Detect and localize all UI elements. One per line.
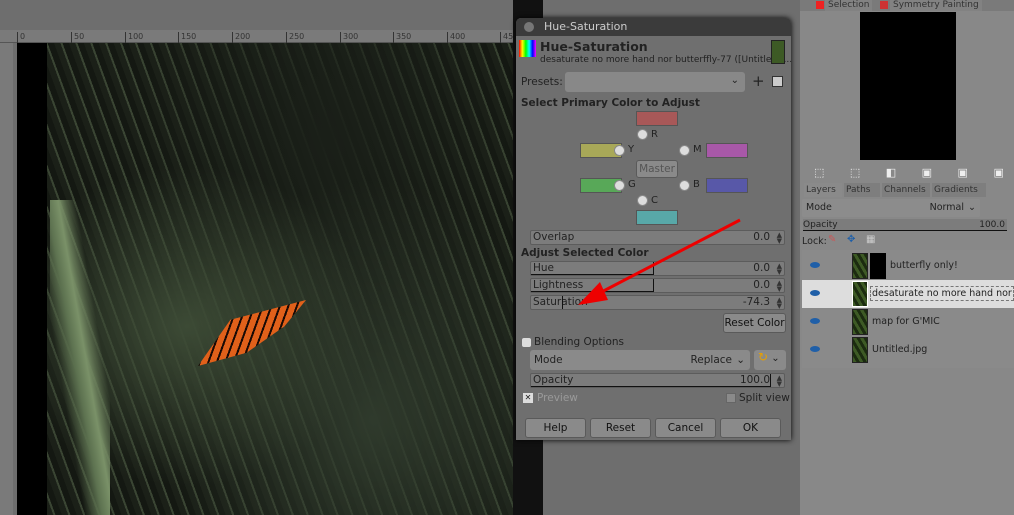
radio-label: B [693,179,700,190]
spin-icon[interactable]: ▲ ▼ [777,232,782,245]
spin-icon[interactable]: ▲ ▼ [777,263,782,276]
ruler-tick: 350 [393,32,411,43]
close-icon[interactable] [524,22,534,32]
opacity-slider[interactable]: Opacity 100.0 ▲ ▼ [530,373,785,388]
canvas-padding [17,43,47,515]
layer-thumbnail [852,337,868,363]
preview-label: Preview [537,392,578,404]
radio-yellow[interactable] [614,145,625,156]
spin-icon[interactable]: ▲ ▼ [777,297,782,310]
radio-label: Y [628,144,635,155]
spin-icon[interactable]: ▲ ▼ [777,375,782,388]
cancel-button[interactable]: Cancel [655,418,716,438]
ruler-tick: 200 [232,32,250,43]
split-view-label: Split view [739,392,790,404]
symmetry-tab-icon [880,1,888,9]
layer-row-selected[interactable]: desaturate no more hand nor butte [802,280,1014,308]
reset-color-button[interactable]: Reset Color [723,313,786,333]
presets-select[interactable]: ⌄ [565,72,745,92]
swatch-blue[interactable] [706,178,748,193]
lock-pixels-icon[interactable]: ✎ [828,234,836,245]
ruler-tick: 50 [71,32,84,43]
selection-tab-icon [816,1,824,9]
preset-menu-icon[interactable] [772,76,783,87]
help-button[interactable]: Help [525,418,586,438]
swatch-red[interactable] [636,111,678,126]
eye-icon[interactable] [810,346,820,352]
radio-red[interactable] [637,129,648,140]
lock-alpha-icon[interactable]: ▦ [866,234,875,245]
tab-gradients[interactable]: Gradients [932,183,986,197]
ruler-tick: 300 [340,32,358,43]
eye-icon[interactable] [810,318,820,324]
tab-selection[interactable]: Selection [825,0,873,11]
chevron-down-icon: ⌄ [968,202,976,213]
ruler-tick: 400 [447,32,465,43]
horizontal-ruler: 0 50 100 150 200 250 300 350 400 450 [0,30,518,43]
layer-mode-select[interactable]: Mode Normal ⌄ [802,199,980,217]
radio-label: M [693,144,702,155]
radio-cyan[interactable] [637,195,648,206]
layer-opacity-slider[interactable]: Opacity 100.0 [803,219,1007,231]
blending-options-label[interactable]: Blending Options [534,336,624,348]
radio-label: G [628,179,636,190]
spin-icon[interactable]: ▲ ▼ [777,280,782,293]
tab-symmetry[interactable]: Symmetry Painting [890,0,982,11]
selection-tool-icons[interactable]: ⬚ ⬚ ◧ ▣ ▣ ▣ [814,166,1004,179]
presets-label: Presets: [521,76,563,88]
eye-icon[interactable] [810,262,820,268]
radio-label: C [651,195,658,206]
layer-mask-thumbnail [870,253,886,279]
layer-row[interactable]: Untitled.jpg [802,336,1014,364]
master-button[interactable]: Master [636,160,678,178]
layer-thumbnail [852,281,868,307]
ruler-tick: 100 [125,32,143,43]
ruler-tick: 150 [178,32,196,43]
layer-thumbnail [852,309,868,335]
ok-button[interactable]: OK [720,418,781,438]
chevron-down-icon: ⌄ [736,354,745,366]
split-view-checkbox[interactable] [726,393,736,403]
collapse-icon[interactable] [522,338,531,347]
radio-green[interactable] [614,180,625,191]
composite-icon: ↻ [758,350,769,364]
top-tabs: Selection Symmetry Painting [800,0,1014,11]
chevron-down-icon: ⌄ [730,75,739,86]
tab-paths[interactable]: Paths [844,183,880,197]
red-arrow-annotation [578,218,741,305]
preview-checkbox[interactable]: ✕ [523,393,533,403]
radio-magenta[interactable] [679,145,690,156]
mode-select[interactable]: Mode Replace ⌄ [530,350,750,370]
grass-blade [50,200,110,515]
dialog-titlebar: Hue-Saturation [516,18,791,36]
hue-saturation-icon [519,40,536,57]
dialog-subtitle: desaturate no more hand nor butterffly-7… [540,55,793,65]
selection-preview [860,12,956,160]
reset-button[interactable]: Reset [590,418,651,438]
layer-row[interactable]: butterfly only! [802,252,1014,280]
lock-position-icon[interactable]: ✥ [847,234,855,245]
image-canvas[interactable] [47,43,513,515]
layer-thumbnail [852,253,868,279]
composite-mode-button[interactable]: ↻ ⌄ [754,350,786,370]
swatch-magenta[interactable] [706,143,748,158]
eye-icon[interactable] [810,290,820,296]
primary-color-heading: Select Primary Color to Adjust [521,97,700,109]
chevron-down-icon: ⌄ [768,353,780,364]
vertical-ruler [0,43,13,515]
layer-thumbnail [771,40,785,64]
layer-row[interactable]: map for G'MIC [802,308,1014,336]
add-preset-icon[interactable]: + [752,72,765,90]
ruler-tick: 0 [17,32,25,43]
ruler-tick: 250 [286,32,304,43]
radio-blue[interactable] [679,180,690,191]
tab-channels[interactable]: Channels [882,183,930,197]
dialog-heading: Hue-Saturation [540,39,648,54]
radio-label: R [651,129,658,140]
lock-label: Lock: [802,236,827,247]
tab-layers[interactable]: Layers [804,183,842,197]
